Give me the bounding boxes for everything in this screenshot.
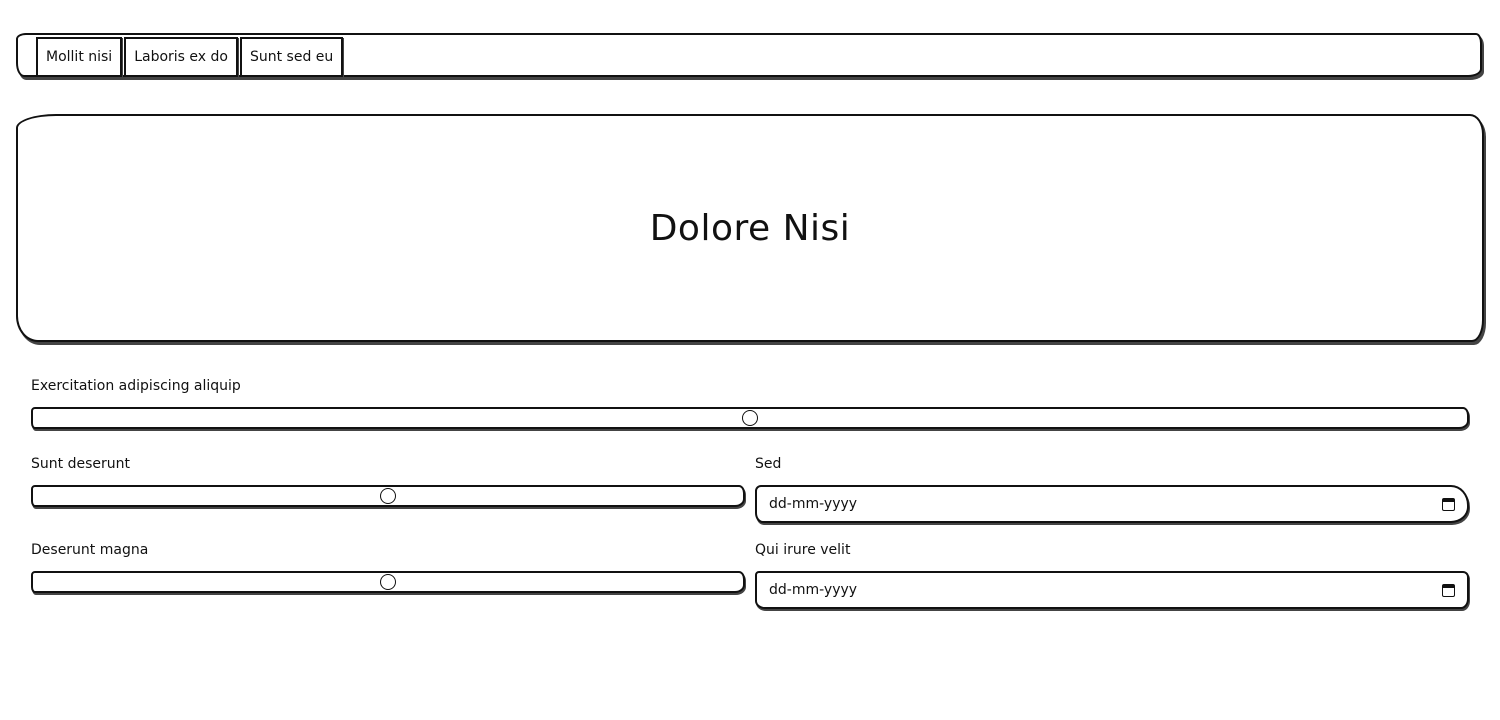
slider-main-label: Exercitation adipiscing aliquip (31, 378, 241, 394)
slider-main-thumb[interactable] (742, 410, 758, 426)
slider-main[interactable] (31, 407, 1469, 429)
slider-left-1[interactable] (31, 485, 745, 507)
slider-left-2[interactable] (31, 571, 745, 593)
nav-tabs: Mollit nisi Laboris ex do Sunt sed eu (36, 37, 344, 77)
tab-sunt-sed-eu[interactable]: Sunt sed eu (239, 37, 344, 77)
date-1-input[interactable]: dd-mm-yyyy (755, 485, 1469, 523)
date-2-input[interactable]: dd-mm-yyyy (755, 571, 1469, 609)
calendar-icon[interactable] (1442, 497, 1455, 511)
calendar-icon[interactable] (1442, 583, 1455, 597)
date-1-placeholder: dd-mm-yyyy (769, 496, 858, 512)
top-navbar: Mollit nisi Laboris ex do Sunt sed eu (16, 33, 1482, 77)
slider-left-2-thumb[interactable] (380, 574, 396, 590)
page-title: Dolore Nisi (649, 207, 851, 249)
date-2-label: Qui irure velit (755, 542, 851, 558)
slider-left-2-label: Deserunt magna (31, 542, 149, 558)
hero-banner: Dolore Nisi (16, 114, 1484, 342)
tab-mollit-nisi[interactable]: Mollit nisi (36, 37, 123, 77)
slider-left-1-label: Sunt deserunt (31, 456, 130, 472)
slider-left-1-thumb[interactable] (380, 488, 396, 504)
date-1-label: Sed (755, 456, 782, 472)
tab-laboris-ex-do[interactable]: Laboris ex do (124, 37, 238, 77)
date-2-placeholder: dd-mm-yyyy (769, 582, 858, 598)
